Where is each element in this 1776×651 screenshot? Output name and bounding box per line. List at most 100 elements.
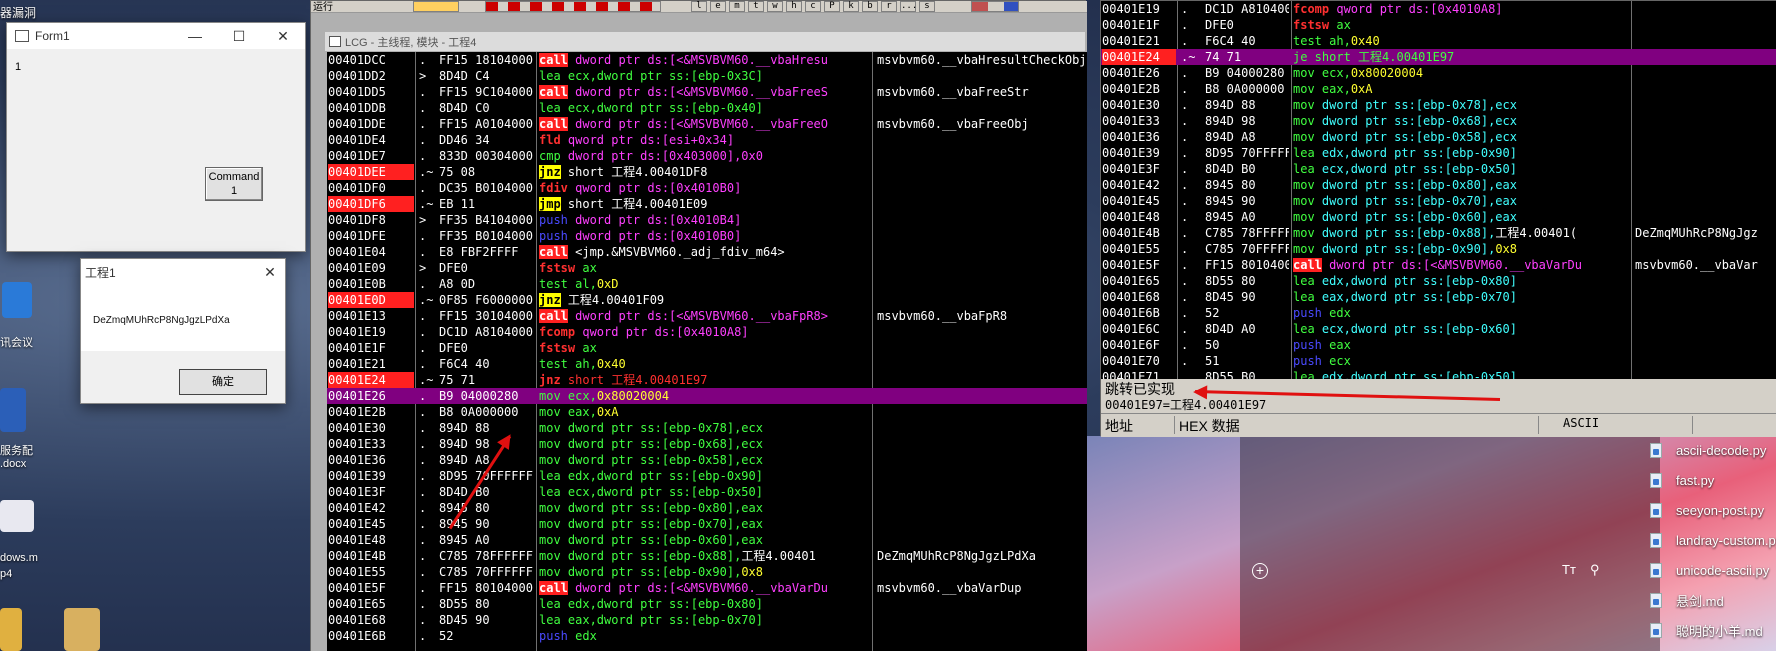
disasm-row[interactable]: 00401E36. 894D A8 mov dword ptr ss:[ebp-0x… bbox=[1101, 129, 1776, 145]
disasm-row[interactable]: 00401E0B. A8 0D test al,0xD bbox=[327, 276, 1087, 292]
toolbar-window-button[interactable]: e bbox=[710, 1, 726, 12]
disasm-row[interactable]: 00401E71. 8D55 B0 lea edx,dword ptr ss:[eb… bbox=[1101, 369, 1776, 379]
disasm-address[interactable]: 00401E48 bbox=[328, 532, 414, 548]
disasm-row[interactable]: 00401E68. 8D45 90 lea eax,dword ptr ss:[eb… bbox=[1101, 289, 1776, 305]
disasm-row[interactable]: 00401DF8 > FF35 B4104000 push dword ptr ds:… bbox=[327, 212, 1087, 228]
disasm-row[interactable]: 00401E2B. B8 0A000000 mov eax,0xA bbox=[1101, 81, 1776, 97]
disasm-address[interactable]: 00401E30 bbox=[1102, 97, 1176, 113]
disasm-row[interactable]: 00401DD5. FF15 9C104000 call dword ptr ds:… bbox=[327, 84, 1087, 100]
toolbar-window-button[interactable]: k bbox=[843, 1, 859, 12]
disasm-row[interactable]: 00401E30. 894D 88 mov dword ptr ss:[ebp-0x… bbox=[1101, 97, 1776, 113]
disasm-address[interactable]: 00401E42 bbox=[328, 500, 414, 516]
toolbar-window-button[interactable]: b bbox=[862, 1, 878, 12]
toolbar-window-button[interactable]: m bbox=[729, 1, 745, 12]
disasm-address[interactable]: 00401E21 bbox=[1102, 33, 1176, 49]
desktop-label-top[interactable]: 器漏洞 bbox=[0, 4, 36, 21]
disasm-address[interactable]: 00401E6C bbox=[1102, 321, 1176, 337]
disasm-row[interactable]: 00401E36. 894D A8 mov dword ptr ss:[ebp-0x… bbox=[327, 452, 1087, 468]
disasm-row[interactable]: 00401E33. 894D 98 mov dword ptr ss:[ebp-0x… bbox=[327, 436, 1087, 452]
disasm-row[interactable]: 00401E48. 8945 A0 mov dword ptr ss:[ebp-0x… bbox=[327, 532, 1087, 548]
disasm-row[interactable]: 00401E45. 8945 90 mov dword ptr ss:[ebp-0x… bbox=[1101, 193, 1776, 209]
toolbar-window-button[interactable]: w bbox=[767, 1, 783, 12]
disasm-row[interactable]: 00401E4B. C785 78FFFFFF mov dword ptr ss:[… bbox=[327, 548, 1087, 564]
desktop-label-video-1[interactable]: dows.m bbox=[0, 552, 38, 564]
disasm-row[interactable]: 00401E45. 8945 90 mov dword ptr ss:[ebp-0x… bbox=[327, 516, 1087, 532]
desktop-label-doc-1[interactable]: 服务配 bbox=[0, 442, 33, 458]
disasm-row[interactable]: 00401E65. 8D55 80 lea edx,dword ptr ss:[eb… bbox=[327, 596, 1087, 612]
disasm-row[interactable]: 00401E33. 894D 98 mov dword ptr ss:[ebp-0x… bbox=[1101, 113, 1776, 129]
disasm-address[interactable]: 00401E39 bbox=[328, 468, 414, 484]
disasm-address[interactable]: 00401DE4 bbox=[328, 132, 414, 148]
disasm-row[interactable]: 00401E0D .~ 0F85 F6000000 jnz 工程4.00401F09 bbox=[327, 292, 1087, 308]
disassembly-pane[interactable]: 00401DCC. FF15 18104000 call dword ptr ds:… bbox=[327, 52, 1087, 651]
toolbar-options-icons[interactable] bbox=[971, 1, 1019, 12]
disasm-address[interactable]: 00401DFE bbox=[328, 228, 414, 244]
form1-titlebar[interactable]: Form1 — ☐ ✕ bbox=[7, 23, 305, 49]
file-list-item[interactable]: fast.py bbox=[1650, 468, 1714, 492]
disasm-row[interactable]: 00401E24 .~ 75 71 jnz short 工程4.00401E97 bbox=[327, 372, 1087, 388]
disasm-row[interactable]: 00401E39.8D95 70FFFFFFlea edx,dword ptr … bbox=[327, 468, 1087, 484]
disasm-address[interactable]: 00401DCC bbox=[328, 52, 414, 68]
message-box-titlebar[interactable]: 工程1 ✕ bbox=[81, 259, 285, 285]
disasm-address[interactable]: 00401E26 bbox=[328, 388, 414, 404]
toolbar-window-button[interactable]: h bbox=[786, 1, 802, 12]
disasm-row[interactable]: 00401E48. 8945 A0 mov dword ptr ss:[ebp-0x… bbox=[1101, 209, 1776, 225]
toolbar-run-icons[interactable] bbox=[485, 1, 661, 12]
disasm-row[interactable]: 00401E30. 894D 88 mov dword ptr ss:[ebp-0x… bbox=[327, 420, 1087, 436]
disasm-row[interactable]: 00401E3F. 8D4D B0 lea ecx,dword ptr ss:[eb… bbox=[1101, 161, 1776, 177]
disasm-address[interactable]: 00401E68 bbox=[328, 612, 414, 628]
docx-file-icon[interactable] bbox=[0, 388, 26, 432]
disasm-address[interactable]: 00401E09 bbox=[328, 260, 414, 276]
disasm-address[interactable]: 00401E3F bbox=[328, 484, 414, 500]
toolbar-window-button[interactable]: c bbox=[805, 1, 821, 12]
disasm-address[interactable]: 00401E65 bbox=[328, 596, 414, 612]
disasm-row[interactable]: 00401E1F. DFE0 fstsw ax bbox=[1101, 17, 1776, 33]
disasm-row[interactable]: 00401DF0. DC35 B0104000 fdiv qword ptr ds:… bbox=[327, 180, 1087, 196]
disasm-row[interactable]: 00401DE7. 833D 00304000 cmp dword ptr ds:[… bbox=[327, 148, 1087, 164]
disasm-address[interactable]: 00401E33 bbox=[328, 436, 414, 452]
ok-button[interactable]: 确定 bbox=[179, 369, 267, 395]
menu-run[interactable]: 运行 bbox=[313, 0, 333, 13]
disasm-address[interactable]: 00401DF6 bbox=[328, 196, 414, 212]
disasm-address[interactable]: 00401E6F bbox=[1102, 337, 1176, 353]
maximize-icon[interactable]: ☐ bbox=[217, 23, 261, 49]
meeting-app-icon[interactable] bbox=[2, 282, 32, 318]
disasm-address[interactable]: 00401E26 bbox=[1102, 65, 1176, 81]
toolbar-window-button[interactable]: t bbox=[748, 1, 764, 12]
disasm-address[interactable]: 00401E4B bbox=[328, 548, 414, 564]
disasm-address[interactable]: 00401E6B bbox=[1102, 305, 1176, 321]
video-file-icon[interactable] bbox=[0, 500, 34, 532]
disasm-address[interactable]: 00401E48 bbox=[1102, 209, 1176, 225]
disasm-row[interactable]: 00401DD2 >8D4D C4 lea ecx,dword ptr ss:[eb… bbox=[327, 68, 1087, 84]
add-icon[interactable]: + bbox=[1252, 563, 1268, 579]
disassembly-pane-2[interactable]: 00401E19. DC1D A8104000 fcomp qword ptr ds… bbox=[1101, 1, 1776, 379]
cpu-window-titlebar[interactable]: LCG - 主线程, 模块 - 工程4 bbox=[325, 32, 1085, 51]
desktop-label-meeting[interactable]: 讯会议 bbox=[0, 334, 33, 350]
dump-col-hex[interactable]: HEX 数据 bbox=[1179, 416, 1539, 434]
disasm-row[interactable]: 00401E24 .~ 74 71 je short 工程4.00401E97 bbox=[1101, 49, 1776, 65]
disasm-address[interactable]: 00401E04 bbox=[328, 244, 414, 260]
disasm-row[interactable]: 00401DFE. FF35 B0104000 push dword ptr ds:… bbox=[327, 228, 1087, 244]
disasm-address[interactable]: 00401E55 bbox=[328, 564, 414, 580]
disasm-row[interactable]: 00401E19. DC1D A8104000 fcomp qword ptr ds… bbox=[1101, 1, 1776, 17]
disasm-address[interactable]: 00401E2B bbox=[328, 404, 414, 420]
disasm-address[interactable]: 00401DDE bbox=[328, 116, 414, 132]
disasm-row[interactable]: 00401E6B. 52 push edx bbox=[1101, 305, 1776, 321]
file-list-item[interactable]: 悬剑.md bbox=[1650, 588, 1724, 612]
disasm-address[interactable]: 00401E68 bbox=[1102, 289, 1176, 305]
disasm-row[interactable]: 00401E1F. DFE0 fstsw ax bbox=[327, 340, 1087, 356]
desktop-label-video-2[interactable]: p4 bbox=[0, 568, 12, 580]
disasm-row[interactable]: 00401E39.8D95 70FFFFFFlea edx,dword ptr … bbox=[1101, 145, 1776, 161]
file-list-item[interactable]: seeyon-post.py bbox=[1650, 498, 1764, 522]
disasm-row[interactable]: 00401E26. B9 04000280 mov ecx,0x80020004 bbox=[327, 388, 1087, 404]
disasm-address[interactable]: 00401E42 bbox=[1102, 177, 1176, 193]
disasm-row[interactable]: 00401E21. F6C4 40 test ah,0x40 bbox=[1101, 33, 1776, 49]
disasm-address[interactable]: 00401E5F bbox=[328, 580, 414, 596]
disasm-address[interactable]: 00401E24 bbox=[1102, 49, 1176, 65]
minimize-icon[interactable]: — bbox=[173, 23, 217, 49]
disasm-address[interactable]: 00401E36 bbox=[328, 452, 414, 468]
disasm-row[interactable]: 00401E5F. FF15 80104000 call dword ptr ds:… bbox=[327, 580, 1087, 596]
disasm-address[interactable]: 00401E55 bbox=[1102, 241, 1176, 257]
disasm-row[interactable]: 00401DCC. FF15 18104000 call dword ptr ds:… bbox=[327, 52, 1087, 68]
disasm-address[interactable]: 00401E70 bbox=[1102, 353, 1176, 369]
